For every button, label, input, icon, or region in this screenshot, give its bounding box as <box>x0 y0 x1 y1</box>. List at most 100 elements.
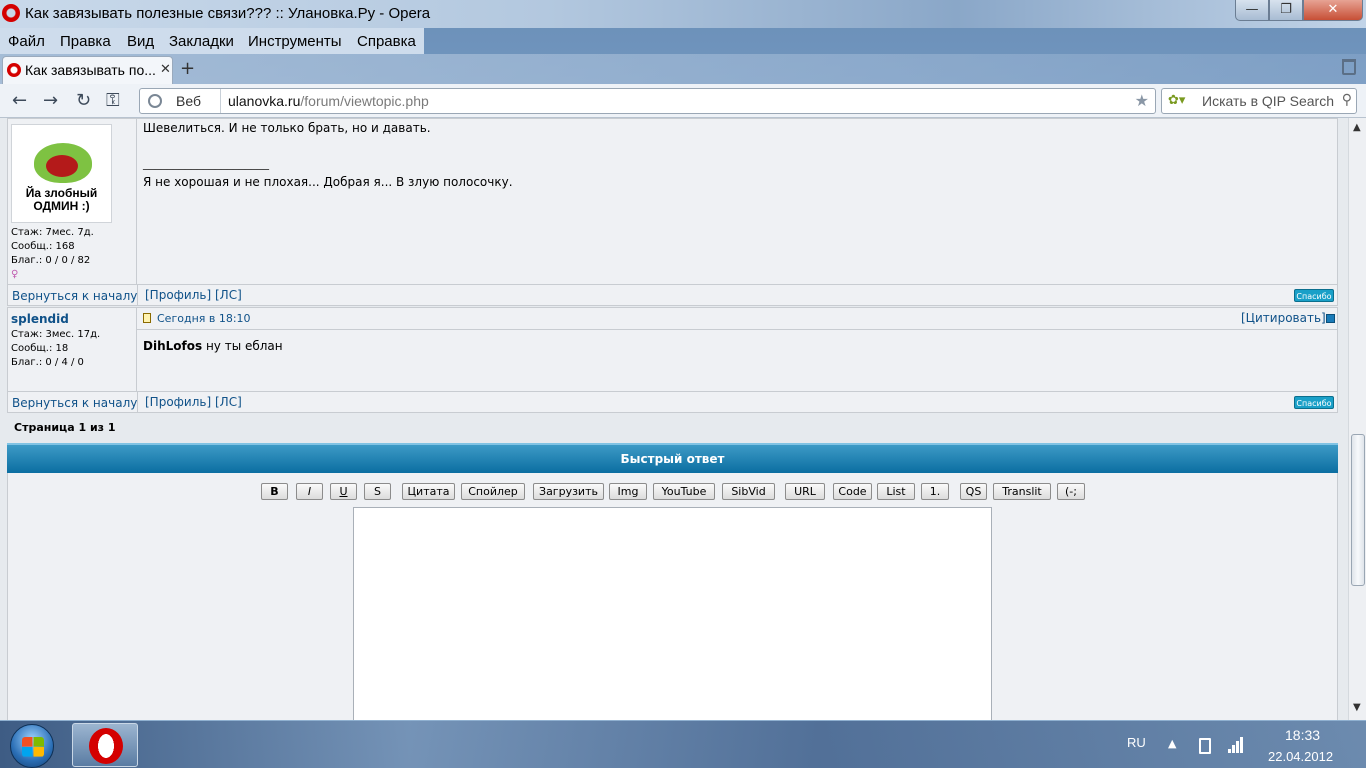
post-1-author: Йа злобный ОДМИН :) Стаж: 7мес. 7д. Сооб… <box>8 119 137 286</box>
forward-button[interactable]: → <box>43 90 58 111</box>
post-2: splendid Стаж: 3мес. 17д. Сообщ.: 18 Бла… <box>7 307 1338 393</box>
page-content: Йа злобный ОДМИН :) Стаж: 7мес. 7д. Сооб… <box>0 118 1348 720</box>
author-tenure: Стаж: 3мес. 17д. <box>11 329 101 340</box>
menu-file[interactable]: Файл <box>8 33 45 50</box>
post-2-author: splendid Стаж: 3мес. 17д. Сообщ.: 18 Бла… <box>8 308 137 393</box>
tab-label: Как завязывать по... <box>25 62 156 78</box>
address-prefix[interactable]: Веб <box>176 93 201 109</box>
url-text[interactable]: ulanovka.ru/forum/viewtopic.php <box>228 93 429 109</box>
new-tab-button[interactable]: + <box>180 58 195 79</box>
address-separator <box>220 89 221 113</box>
list-button[interactable]: List <box>877 483 915 500</box>
address-bar[interactable]: Веб ulanovka.ru/forum/viewtopic.php ★ <box>139 88 1156 114</box>
spoiler-button[interactable]: Спойлер <box>461 483 525 500</box>
code-button[interactable]: Code <box>833 483 872 500</box>
post-timestamp[interactable]: Сегодня в 18:10 <box>157 312 251 325</box>
qip-engine-icon[interactable]: ✿▾ <box>1168 93 1185 108</box>
search-field[interactable]: ✿▾ Искать в QIP Search ⚲ <box>1161 88 1357 114</box>
ordered-list-button[interactable]: 1. <box>921 483 949 500</box>
author-posts: Сообщ.: 168 <box>11 241 75 252</box>
signature-line: _____________________ <box>143 156 269 170</box>
back-to-top-link[interactable]: Вернуться к началу <box>12 396 137 410</box>
pm-link[interactable]: [ЛС] <box>215 288 242 302</box>
trash-icon[interactable] <box>1342 59 1356 75</box>
opera-logo-icon[interactable] <box>2 4 20 22</box>
sibvid-button[interactable]: SibVid <box>722 483 775 500</box>
scroll-up-icon[interactable]: ▲ <box>1353 122 1361 133</box>
author-name-link[interactable]: splendid <box>11 312 69 326</box>
quote-link[interactable]: [Цитировать] <box>1241 311 1326 325</box>
tab-current[interactable]: Как завязывать по... ✕ <box>2 56 173 84</box>
youtube-button[interactable]: YouTube <box>653 483 715 500</box>
search-icon[interactable]: ⚲ <box>1342 92 1352 108</box>
taskbar: RU ▲ 18:33 22.04.2012 <box>0 720 1366 768</box>
author-karma: Благ.: 0 / 0 / 82 <box>11 255 91 266</box>
post-checkbox-icon[interactable] <box>1326 314 1335 323</box>
close-button[interactable]: ✕ <box>1303 0 1363 21</box>
tray-expand-icon[interactable]: ▲ <box>1168 737 1176 750</box>
menu-bookmarks[interactable]: Закладки <box>169 33 234 50</box>
post-1-footer: Вернуться к началу [Профиль] [ЛС] Спасиб… <box>7 284 1338 306</box>
post-2-footer: Вернуться к началу [Профиль] [ЛС] Спасиб… <box>7 391 1338 413</box>
upload-button[interactable]: Загрузить <box>533 483 604 500</box>
windows-logo-icon <box>22 737 44 757</box>
scroll-down-icon[interactable]: ▼ <box>1353 702 1361 713</box>
avatar: Йа злобный ОДМИН :) <box>11 124 112 223</box>
post-1-text: Шевелиться. И не только брать, но и дава… <box>143 121 431 135</box>
site-favicon-icon <box>7 63 21 77</box>
search-placeholder: Искать в QIP Search <box>1202 93 1335 109</box>
thanks-button[interactable]: Спасибо <box>1294 289 1334 302</box>
reply-textarea[interactable] <box>353 507 992 720</box>
taskbar-opera-button[interactable] <box>72 723 138 767</box>
tab-bar: Как завязывать по... ✕ + <box>0 54 1366 84</box>
menu-tools[interactable]: Инструменты <box>248 33 342 50</box>
qs-button[interactable]: QS <box>960 483 987 500</box>
minimize-button[interactable]: — <box>1235 0 1269 21</box>
page-indicator: Страница 1 из 1 <box>14 421 116 434</box>
italic-button[interactable]: I <box>296 483 323 500</box>
author-posts: Сообщ.: 18 <box>11 343 69 354</box>
pm-link[interactable]: [ЛС] <box>215 395 242 409</box>
url-path: /forum/viewtopic.php <box>300 93 429 109</box>
reload-button[interactable]: ↻ <box>76 90 91 111</box>
clock-time[interactable]: 18:33 <box>1285 727 1320 743</box>
bookmark-star-icon[interactable]: ★ <box>1135 91 1149 110</box>
thanks-button[interactable]: Спасибо <box>1294 396 1334 409</box>
url-button[interactable]: URL <box>785 483 825 500</box>
url-host: ulanovka.ru <box>228 93 301 109</box>
cat-avatar-icon <box>34 143 92 183</box>
menu-bar: Файл Правка Вид Закладки Инструменты Спр… <box>0 28 424 54</box>
menu-view[interactable]: Вид <box>127 33 154 50</box>
img-button[interactable]: Img <box>609 483 647 500</box>
author-tenure: Стаж: 7мес. 7д. <box>11 227 94 238</box>
smiley-button[interactable]: (-; <box>1057 483 1085 500</box>
quote-button[interactable]: Цитата <box>402 483 455 500</box>
scrollbar-thumb[interactable] <box>1351 434 1365 586</box>
window-title: Как завязывать полезные связи??? :: Улан… <box>25 5 431 22</box>
profile-link[interactable]: [Профиль] <box>145 395 211 409</box>
back-button[interactable]: ← <box>12 90 27 111</box>
strike-button[interactable]: S <box>364 483 391 500</box>
tab-close-icon[interactable]: ✕ <box>160 62 171 77</box>
network-icon[interactable] <box>1228 737 1244 753</box>
bold-button[interactable]: B <box>261 483 288 500</box>
post-1: Йа злобный ОДМИН :) Стаж: 7мес. 7д. Сооб… <box>7 118 1338 286</box>
start-button[interactable] <box>10 724 54 768</box>
power-icon[interactable] <box>1199 738 1211 754</box>
profile-link[interactable]: [Профиль] <box>145 288 211 302</box>
vertical-scrollbar[interactable]: ▲ ▼ <box>1348 118 1366 720</box>
post-2-body: ну ты еблан <box>202 339 283 353</box>
key-icon[interactable]: ⚿ <box>106 90 120 111</box>
maximize-button[interactable]: ❐ <box>1269 0 1303 21</box>
quoted-username: DihLofos <box>143 339 203 353</box>
post-2-text: DihLofos ну ты еблан <box>143 339 283 353</box>
globe-icon <box>148 94 162 108</box>
clock-date[interactable]: 22.04.2012 <box>1268 749 1333 764</box>
menu-help[interactable]: Справка <box>357 33 416 50</box>
underline-button[interactable]: U <box>330 483 357 500</box>
back-to-top-link[interactable]: Вернуться к началу <box>12 289 137 303</box>
language-indicator[interactable]: RU <box>1127 735 1146 750</box>
translit-button[interactable]: Translit <box>993 483 1051 500</box>
quick-reply-header: Быстрый ответ <box>7 443 1338 473</box>
menu-edit[interactable]: Правка <box>60 33 111 50</box>
